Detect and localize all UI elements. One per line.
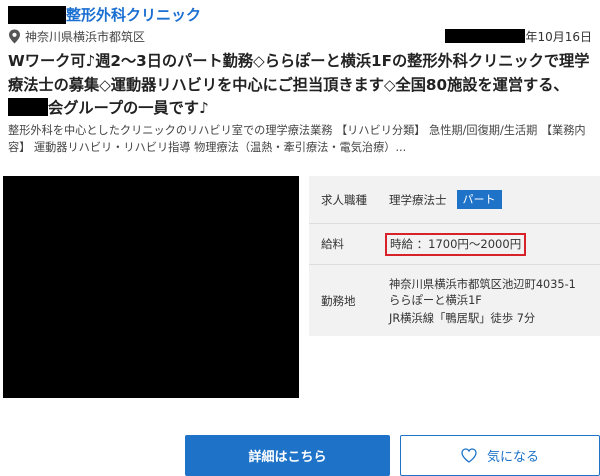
job-title[interactable]: Wワーク可♪週2～3日のパート勤務◇ららぽーと横浜1Fの整形外科クリニックで理学… [8, 50, 598, 121]
clinic-name-link[interactable]: 整形外科クリニック [66, 5, 201, 25]
redacted-year [445, 29, 526, 43]
redacted-clinic-prefix [8, 6, 66, 24]
map-pin-icon [9, 29, 20, 43]
type-label: 求人職種 [321, 192, 367, 207]
favorite-label: 気になる [486, 450, 539, 465]
heart-icon [461, 448, 477, 463]
address-line2: JR横浜線「鴨居駅」徒歩 7分 [389, 312, 536, 325]
salary-label: 給料 [321, 237, 344, 251]
job-description: 整形外科を中心としたクリニックのリハビリ室での理学療法業務 【リハビリ分類】 急… [8, 124, 586, 154]
detail-button[interactable]: 詳細はこちら [185, 435, 390, 476]
info-row-location: 勤務地 神奈川県横浜市都筑区池辺町4035-1 ららぽーと横浜1F JR横浜線「… [309, 265, 600, 336]
clinic-header: 整形外科クリニック [8, 4, 201, 26]
address-line1: 神奈川県横浜市都筑区池辺町4035-1 ららぽーと横浜1F [389, 278, 588, 307]
location-label: 勤務地 [321, 293, 356, 308]
type-value: 理学療法士 [389, 192, 447, 207]
info-row-salary: 給料 時給 ：1700円～2000円 [309, 224, 600, 265]
employment-type-badge: パート [456, 190, 502, 209]
salary-value-cell: 時給 ：1700円～2000円 [377, 224, 600, 264]
job-title-part2: 会グループの一員です♪ [48, 99, 209, 117]
job-title-part1: Wワーク可♪週2～3日のパート勤務◇ららぽーと横浜1Fの整形外科クリニックで理学… [8, 52, 590, 94]
location-value-cell: 神奈川県横浜市都筑区池辺町4035-1 ららぽーと横浜1F JR横浜線「鴨居駅」… [377, 265, 600, 336]
meta-row: 神奈川県横浜市都筑区 年10月16日 [8, 27, 592, 45]
job-info-table: 求人職種 理学療法士 パート 給料 時給 ：1700円～2000円 勤務地 神奈… [309, 176, 600, 336]
info-row-type: 求人職種 理学療法士 パート [309, 176, 600, 224]
posted-date-text: 年10月16日 [525, 29, 592, 44]
salary-value: 時給 ：1700円～2000円 [385, 232, 527, 256]
job-location: 神奈川県横浜市都筑区 [25, 29, 146, 44]
posted-date: 年10月16日 [445, 28, 592, 45]
job-photo [3, 176, 299, 398]
type-value-cell: 理学療法士 パート [377, 176, 600, 223]
redacted-company [8, 98, 48, 116]
favorite-button[interactable]: 気になる [400, 435, 600, 476]
